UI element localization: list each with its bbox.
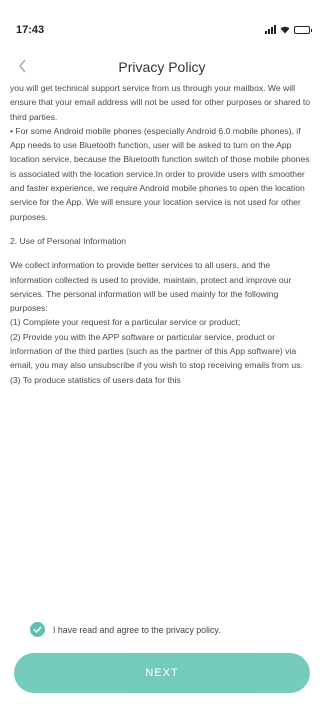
section-heading: 2. Use of Personal Information [10,235,127,246]
nav-bar: Privacy Policy [0,52,324,82]
scroll-fade [0,590,324,618]
check-circle-icon[interactable] [30,622,45,637]
policy-paragraph: • For some Android mobile phones (especi… [10,125,310,222]
page-title: Privacy Policy [118,59,206,75]
status-time: 17:43 [16,24,45,36]
status-icons [265,25,312,34]
agree-label: I have read and agree to the privacy pol… [53,624,221,635]
policy-list-item: (3) To produce statistics of users data … [10,374,181,385]
status-bar: 17:43 [0,0,324,44]
battery-icon [294,26,312,34]
policy-paragraph: you will get technical support service f… [10,83,310,122]
policy-list-item: (2) Provide you with the APP software or… [10,331,303,371]
wifi-icon [280,26,290,34]
next-button[interactable]: NEXT [14,653,310,693]
agree-checkbox-row[interactable]: I have read and agree to the privacy pol… [30,622,221,637]
policy-paragraph: We collect information to provide better… [10,260,292,314]
policy-content[interactable]: you will get technical support service f… [0,81,324,618]
policy-list-item: (1) Complete your request for a particul… [10,317,241,328]
signal-icon [265,25,276,34]
